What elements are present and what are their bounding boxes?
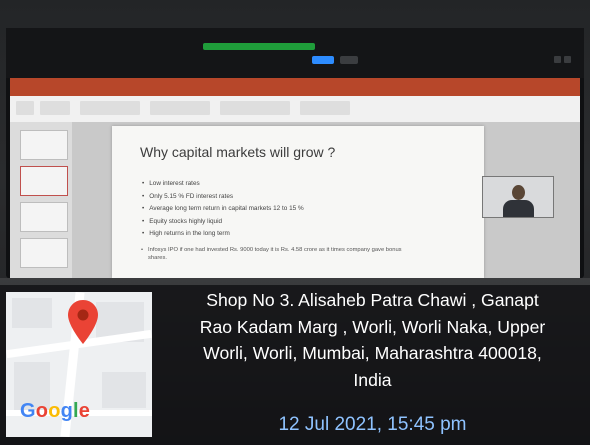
current-slide: Why capital markets will grow ? Low inte… xyxy=(112,126,484,278)
slide-note: Infosys IPO if one had invested Rs. 9000… xyxy=(141,246,418,262)
zoom-meeting-bar xyxy=(6,28,584,78)
map-pin-icon xyxy=(68,300,98,344)
participant-head xyxy=(512,185,525,200)
zoom-admit-button[interactable] xyxy=(312,56,334,64)
slides-group[interactable] xyxy=(40,101,70,115)
slide-bullet: Average long term return in capital mark… xyxy=(142,203,303,216)
slide-thumbnail[interactable] xyxy=(20,202,68,232)
paste-icon[interactable] xyxy=(16,101,34,115)
font-group[interactable] xyxy=(80,101,140,115)
slide-bullet-list: Low interest rates Only 5.15 % FD intere… xyxy=(142,178,304,241)
geotag-datetime: 12 Jul 2021, 15:45 pm xyxy=(278,414,467,435)
slide-thumbnail[interactable] xyxy=(20,130,68,160)
slide-thumbnails xyxy=(10,122,72,278)
address-line: Shop No 3. Alisaheb Patra Chawi , Ganapt xyxy=(206,290,539,310)
geotag-address: Shop No 3. Alisaheb Patra Chawi , Ganapt… xyxy=(165,287,580,393)
google-logo-letter: o xyxy=(48,400,61,422)
address-line: Worli, Worli, Mumbai, Maharashtra 400018… xyxy=(203,343,542,363)
address-line: India xyxy=(353,369,392,390)
slide-bullet: Low interest rates xyxy=(142,178,304,191)
slide-bullet: Only 5.15 % FD interest rates xyxy=(142,191,304,204)
slide-title: Why capital markets will grow ? xyxy=(140,144,336,160)
slide-thumbnail[interactable] xyxy=(20,238,68,268)
zoom-status-pill xyxy=(203,43,315,50)
slide-bullet: High returns in the long term xyxy=(142,228,304,241)
google-logo-letter: g xyxy=(60,400,74,422)
slide-thumbnail-selected[interactable] xyxy=(20,166,68,196)
google-logo-letter: o xyxy=(35,400,49,422)
zoom-view-button[interactable] xyxy=(340,56,358,64)
address-line: Rao Kadam Marg , Worli, Worli Naka, Uppe… xyxy=(199,316,546,337)
paragraph-group[interactable] xyxy=(150,101,210,115)
map-block xyxy=(12,298,52,328)
participant-body xyxy=(503,200,534,217)
google-logo-letter: G xyxy=(20,400,36,422)
slide-bullet: Equity stocks highly liquid xyxy=(142,216,304,229)
google-logo-letter: e xyxy=(78,400,91,422)
zoom-maximize-icon[interactable] xyxy=(564,56,571,63)
google-logo: Google xyxy=(20,400,90,423)
map-block xyxy=(102,372,146,408)
powerpoint-title-bar xyxy=(10,78,580,88)
editing-group[interactable] xyxy=(300,101,350,115)
drawing-group[interactable] xyxy=(220,101,290,115)
monitor-screen: ■■■ ■■■■ ■■■■ ■■■■■ ■■■■ ■■■ ■■■■ Wh xyxy=(6,28,584,278)
powerpoint-ribbon xyxy=(10,96,580,123)
zoom-minimize-icon[interactable] xyxy=(554,56,561,63)
participant-video[interactable] xyxy=(482,176,554,218)
powerpoint-ribbon-tabs: ■■■ ■■■■ ■■■■ ■■■■■ ■■■■ ■■■ ■■■■ xyxy=(10,88,580,102)
